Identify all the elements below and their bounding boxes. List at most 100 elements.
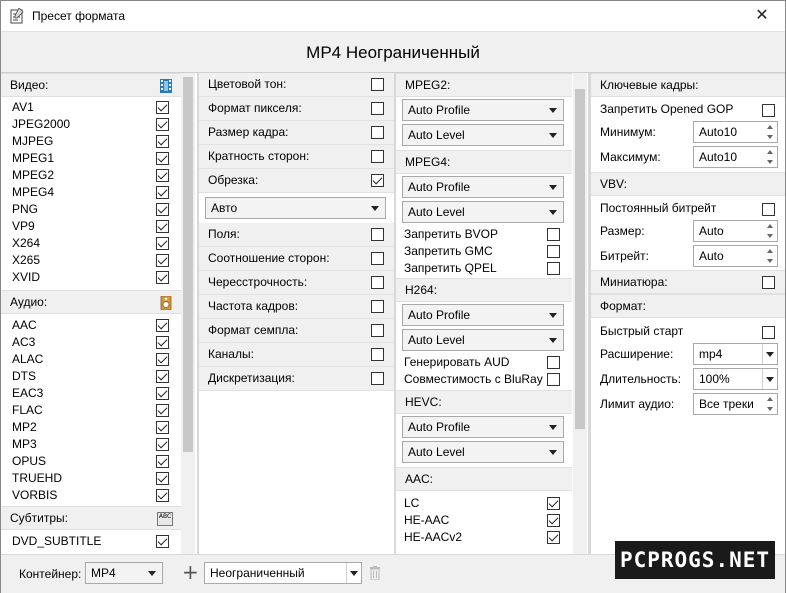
- list-item-checkbox[interactable]: [156, 271, 169, 284]
- vbv-section-label: VBV:: [600, 177, 627, 191]
- h264-level-dropdown[interactable]: Auto Level: [402, 329, 564, 351]
- spin-down-icon[interactable]: [764, 132, 777, 142]
- min-keyframe-spinner[interactable]: Auto10: [693, 121, 778, 143]
- property-row: Цветовой тон:: [199, 73, 394, 97]
- spin-up-icon[interactable]: [764, 147, 777, 157]
- mpeg4-option-checkbox[interactable]: [547, 245, 560, 258]
- list-item-label: JPEG2000: [12, 117, 71, 131]
- h264-profile-dropdown[interactable]: Auto Profile: [402, 304, 564, 326]
- trash-icon[interactable]: [370, 566, 380, 580]
- list-item-checkbox[interactable]: [156, 135, 169, 148]
- list-item-checkbox[interactable]: [156, 319, 169, 332]
- hevc-level-dropdown[interactable]: Auto Level: [402, 441, 564, 463]
- chevron-down-icon: [371, 206, 379, 211]
- list-item-label: AV1: [12, 100, 34, 114]
- spin-down-icon[interactable]: [764, 256, 777, 266]
- list-item-checkbox[interactable]: [156, 118, 169, 131]
- list-item-checkbox[interactable]: [156, 387, 169, 400]
- spin-up-icon[interactable]: [764, 394, 777, 404]
- property-checkbox[interactable]: [371, 102, 384, 115]
- keyframes-section-label: Ключевые кадры:: [600, 78, 699, 92]
- add-preset-button[interactable]: +: [182, 560, 199, 584]
- chevron-down-icon: [549, 338, 557, 343]
- list-item-checkbox[interactable]: [156, 237, 169, 250]
- list-item-checkbox[interactable]: [156, 336, 169, 349]
- max-keyframe-spinner[interactable]: Auto10: [693, 146, 778, 168]
- property-checkbox[interactable]: [371, 276, 384, 289]
- gop-checkbox[interactable]: [762, 104, 775, 117]
- spin-down-icon[interactable]: [764, 157, 777, 167]
- list-item-label: ALAC: [12, 352, 44, 366]
- container-dropdown[interactable]: MP4: [85, 562, 163, 584]
- list-item-checkbox[interactable]: [156, 489, 169, 502]
- dropdown-button: [762, 344, 777, 364]
- mpeg4-profile-dropdown[interactable]: Auto Profile: [402, 176, 564, 198]
- aac-option-checkbox[interactable]: [547, 531, 560, 544]
- codec-list-scrollbar[interactable]: [181, 73, 195, 554]
- list-item-checkbox[interactable]: [156, 455, 169, 468]
- list-item-label: MJPEG: [12, 134, 54, 148]
- faststart-label: Быстрый старт: [600, 324, 684, 338]
- property-checkbox[interactable]: [371, 348, 384, 361]
- mpeg2-section: MPEG2:: [396, 73, 572, 97]
- property-checkbox[interactable]: [371, 150, 384, 163]
- vbv-size-label: Размер:: [600, 224, 645, 238]
- cbr-checkbox[interactable]: [762, 203, 775, 216]
- list-item-checkbox[interactable]: [156, 220, 169, 233]
- mpeg4-level-dropdown[interactable]: Auto Level: [402, 201, 564, 223]
- codec-settings-scrollbar[interactable]: [573, 73, 587, 554]
- property-checkbox[interactable]: [371, 252, 384, 265]
- scrollbar-thumb[interactable]: [183, 77, 193, 452]
- extension-dropdown[interactable]: mp4: [693, 343, 778, 365]
- list-item-checkbox[interactable]: [156, 421, 169, 434]
- property-checkbox[interactable]: [371, 78, 384, 91]
- duration-dropdown[interactable]: 100%: [693, 368, 778, 390]
- scrollbar-thumb[interactable]: [575, 89, 585, 429]
- mpeg2-level-dropdown-value: Auto Level: [408, 128, 465, 142]
- property-checkbox[interactable]: [371, 300, 384, 313]
- property-checkbox[interactable]: [371, 228, 384, 241]
- property-panel: Цветовой тон: Формат пикселя: Размер кадра…: [199, 73, 394, 554]
- list-item-checkbox[interactable]: [156, 438, 169, 451]
- property-checkbox[interactable]: [371, 126, 384, 139]
- list-item-checkbox[interactable]: [156, 353, 169, 366]
- list-item-checkbox[interactable]: [156, 370, 169, 383]
- spin-down-icon[interactable]: [764, 231, 777, 241]
- vbv-bitrate-spinner[interactable]: Auto: [693, 245, 778, 267]
- list-item-label: PNG: [12, 202, 39, 216]
- list-item-checkbox[interactable]: [156, 169, 169, 182]
- h264-option-checkbox[interactable]: [547, 373, 560, 386]
- list-item-checkbox[interactable]: [156, 254, 169, 267]
- thumbnail-checkbox[interactable]: [762, 276, 775, 289]
- property-checkbox[interactable]: [371, 174, 384, 187]
- hevc-profile-dropdown[interactable]: Auto Profile: [402, 416, 564, 438]
- mpeg2-profile-dropdown[interactable]: Auto Profile: [402, 99, 564, 121]
- list-item-checkbox[interactable]: [156, 404, 169, 417]
- mpeg2-level-dropdown[interactable]: Auto Level: [402, 124, 564, 146]
- spin-up-icon[interactable]: [764, 122, 777, 132]
- format-section-label: Формат:: [600, 299, 646, 313]
- list-item-checkbox[interactable]: [156, 535, 169, 548]
- max-keyframe-value: Auto10: [699, 150, 738, 164]
- spin-down-icon[interactable]: [764, 404, 777, 414]
- spin-up-icon[interactable]: [764, 246, 777, 256]
- aac-option-checkbox[interactable]: [547, 514, 560, 527]
- mpeg4-option-checkbox[interactable]: [547, 262, 560, 275]
- list-item-checkbox[interactable]: [156, 186, 169, 199]
- h264-option-checkbox[interactable]: [547, 356, 560, 369]
- close-button[interactable]: ✕: [739, 1, 785, 31]
- list-item-checkbox[interactable]: [156, 152, 169, 165]
- property-checkbox[interactable]: [371, 324, 384, 337]
- vbv-size-spinner[interactable]: Auto: [693, 220, 778, 242]
- list-item-checkbox[interactable]: [156, 101, 169, 114]
- faststart-checkbox[interactable]: [762, 326, 775, 339]
- spin-up-icon[interactable]: [764, 221, 777, 231]
- aac-option-checkbox[interactable]: [547, 497, 560, 510]
- mpeg4-option-checkbox[interactable]: [547, 228, 560, 241]
- list-item-checkbox[interactable]: [156, 472, 169, 485]
- property-checkbox[interactable]: [371, 372, 384, 385]
- audio-limit-spinner[interactable]: Все треки: [693, 393, 778, 415]
- list-item-checkbox[interactable]: [156, 203, 169, 216]
- preset-dropdown[interactable]: Неограниченный: [204, 562, 362, 584]
- crop-dropdown[interactable]: Авто: [205, 197, 386, 219]
